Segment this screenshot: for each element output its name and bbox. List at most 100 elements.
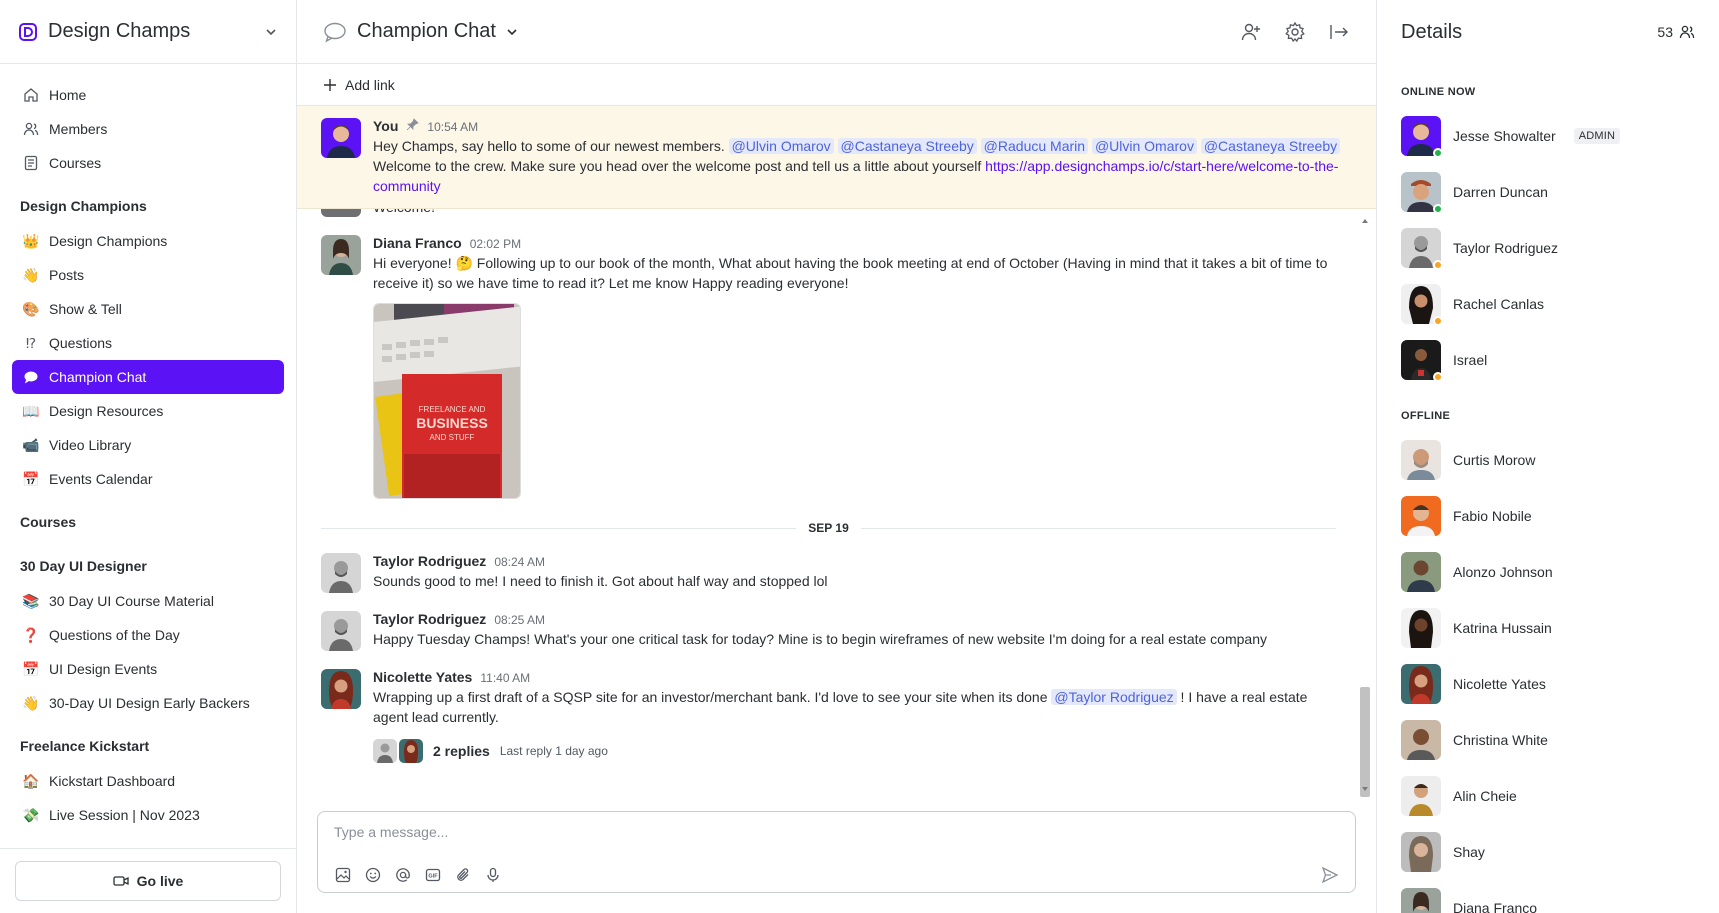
app-root: Design Champs Home Members Courses Desig… bbox=[0, 0, 1719, 913]
sidebar-item-label: Courses bbox=[49, 155, 102, 171]
gear-icon[interactable] bbox=[1284, 21, 1306, 43]
mention-link[interactable]: @Castaneya Streeby bbox=[837, 138, 977, 154]
message-text: Sounds good to me! I need to finish it. … bbox=[373, 573, 828, 589]
sidebar-item-questions-of-the-day[interactable]: ❓ Questions of the Day bbox=[12, 618, 284, 652]
gif-icon[interactable]: GIF bbox=[424, 866, 442, 884]
image-icon[interactable] bbox=[334, 866, 352, 884]
avatar bbox=[1401, 116, 1443, 158]
message-image-attachment[interactable]: FREELANCE AND BUSINESS AND STUFF bbox=[373, 303, 521, 499]
mention-link[interactable]: @Castaneya Streeby bbox=[1200, 138, 1341, 154]
microphone-icon[interactable] bbox=[484, 866, 502, 884]
member-item[interactable]: Darren Duncan bbox=[1401, 164, 1695, 220]
sidebar-item-champion-chat[interactable]: Champion Chat bbox=[12, 360, 284, 394]
online-status-dot bbox=[1433, 148, 1443, 158]
message-time: 08:24 AM bbox=[494, 555, 546, 569]
sidebar-item-ui-design-events[interactable]: 📅 UI Design Events bbox=[12, 652, 284, 686]
mention-link[interactable]: @Ulvin Omarov bbox=[728, 138, 834, 154]
avatar bbox=[1401, 496, 1441, 536]
collapse-panel-icon[interactable] bbox=[1328, 21, 1350, 43]
sidebar-group-heading[interactable]: 30 Day UI Designer bbox=[12, 540, 284, 584]
member-name: Curtis Morow bbox=[1453, 452, 1536, 468]
member-item[interactable]: Israel bbox=[1401, 332, 1695, 388]
message-author[interactable]: Taylor Rodriguez bbox=[373, 553, 486, 569]
scrollbar-thumb[interactable] bbox=[1360, 687, 1370, 797]
member-count[interactable]: 53 bbox=[1657, 24, 1695, 40]
sidebar-group-heading[interactable]: Courses bbox=[12, 496, 284, 540]
mention-link[interactable]: @Ulvin Omarov bbox=[1091, 138, 1197, 154]
avatar bbox=[321, 209, 361, 217]
message-time: 08:25 AM bbox=[494, 613, 546, 627]
sidebar-item-design-resources[interactable]: 📖 Design Resources bbox=[12, 394, 284, 428]
add-link-button[interactable]: Add link bbox=[297, 64, 1376, 106]
mention-link[interactable]: @Raducu Marin bbox=[980, 138, 1089, 154]
svg-text:FREELANCE AND: FREELANCE AND bbox=[419, 405, 486, 414]
scroll-up-arrow-icon[interactable] bbox=[1361, 217, 1369, 225]
message-author[interactable]: Taylor Rodriguez bbox=[373, 611, 486, 627]
member-item[interactable]: Fabio Nobile bbox=[1401, 488, 1695, 544]
community-switcher[interactable]: Design Champs bbox=[0, 0, 296, 64]
chat-title-dropdown[interactable]: Champion Chat bbox=[323, 20, 518, 43]
member-item[interactable]: Jesse Showalter ADMIN bbox=[1401, 108, 1695, 164]
message-item: Taylor Rodriguez 08:25 AM Happy Tuesday … bbox=[321, 611, 1336, 651]
sidebar-item-label: Members bbox=[49, 121, 108, 137]
avatar[interactable] bbox=[321, 611, 361, 651]
member-item[interactable]: Curtis Morow bbox=[1401, 432, 1695, 488]
message-author[interactable]: You bbox=[373, 118, 398, 134]
sidebar-group-heading[interactable]: Design Champions bbox=[12, 180, 284, 224]
avatar bbox=[1401, 228, 1443, 270]
avatar[interactable] bbox=[321, 553, 361, 593]
member-item[interactable]: Shay bbox=[1401, 824, 1695, 880]
message-input[interactable] bbox=[334, 824, 1339, 840]
member-item[interactable]: Nicolette Yates bbox=[1401, 656, 1695, 712]
message-author[interactable]: Diana Franco bbox=[373, 235, 462, 251]
message-time: 10:54 AM bbox=[427, 120, 479, 134]
message-list[interactable]: Welcome! Diana Franco 02:02 PM Hi everyo… bbox=[297, 209, 1376, 801]
svg-text:AND STUFF: AND STUFF bbox=[430, 433, 475, 442]
avatar[interactable] bbox=[321, 235, 361, 275]
message-text: Wrapping up a first draft of a SQSP site… bbox=[373, 687, 1336, 727]
sidebar-item-label: 30 Day UI Course Material bbox=[49, 593, 214, 609]
member-item[interactable]: Taylor Rodriguez bbox=[1401, 220, 1695, 276]
member-item[interactable]: Christina White bbox=[1401, 712, 1695, 768]
sidebar-item-show-tell[interactable]: 🎨 Show & Tell bbox=[12, 292, 284, 326]
message-text-segment: Hey Champs, say hello to some of our new… bbox=[373, 138, 729, 154]
sidebar-item-design-champions[interactable]: 👑 Design Champions bbox=[12, 224, 284, 258]
member-item[interactable]: Katrina Hussain bbox=[1401, 600, 1695, 656]
avatar[interactable] bbox=[321, 669, 361, 709]
sidebar-item-events-calendar[interactable]: 📅 Events Calendar bbox=[12, 462, 284, 496]
member-item[interactable]: Alonzo Johnson bbox=[1401, 544, 1695, 600]
video-camera-icon bbox=[113, 876, 129, 886]
member-item[interactable]: Alin Cheie bbox=[1401, 768, 1695, 824]
sidebar-item-members[interactable]: Members bbox=[12, 112, 284, 146]
send-icon[interactable] bbox=[1321, 866, 1339, 884]
add-member-icon[interactable] bbox=[1240, 21, 1262, 43]
scroll-down-arrow-icon[interactable] bbox=[1361, 785, 1369, 793]
go-live-button[interactable]: Go live bbox=[15, 861, 281, 901]
thread-replies-link[interactable]: 2 replies Last reply 1 day ago bbox=[373, 739, 1336, 763]
sidebar-group-heading[interactable]: Freelance Kickstart bbox=[12, 720, 284, 764]
sidebar-item-video-library[interactable]: 📹 Video Library bbox=[12, 428, 284, 462]
sidebar-item-label: Video Library bbox=[49, 437, 132, 453]
message-author[interactable]: Nicolette Yates bbox=[373, 669, 472, 685]
sidebar-item-course-material[interactable]: 📚 30 Day UI Course Material bbox=[12, 584, 284, 618]
sidebar-item-kickstart-dashboard[interactable]: 🏠 Kickstart Dashboard bbox=[12, 764, 284, 798]
sidebar-item-questions[interactable]: ⁉ Questions bbox=[12, 326, 284, 360]
member-item[interactable]: Rachel Canlas bbox=[1401, 276, 1695, 332]
attachment-icon[interactable] bbox=[454, 866, 472, 884]
message-item: Welcome! bbox=[321, 209, 1336, 217]
emoji-icon[interactable] bbox=[364, 866, 382, 884]
sidebar-item-home[interactable]: Home bbox=[12, 78, 284, 112]
sidebar-item-live-session[interactable]: 💸 Live Session | Nov 2023 bbox=[12, 798, 284, 832]
message-scrollbar[interactable] bbox=[1360, 217, 1370, 797]
online-section-label: ONLINE NOW bbox=[1401, 86, 1476, 98]
member-item[interactable]: Diana Franco bbox=[1401, 880, 1695, 913]
avatar[interactable] bbox=[321, 118, 361, 158]
calendar-emoji-icon: 📅 bbox=[22, 470, 40, 487]
mention-icon[interactable] bbox=[394, 866, 412, 884]
sidebar-item-courses[interactable]: Courses bbox=[12, 146, 284, 180]
mention-link[interactable]: @Taylor Rodriguez bbox=[1051, 689, 1177, 705]
replies-count: 2 replies bbox=[433, 743, 490, 759]
sidebar-item-early-backers[interactable]: 👋 30-Day UI Design Early Backers bbox=[12, 686, 284, 720]
sidebar-item-posts[interactable]: 👋 Posts bbox=[12, 258, 284, 292]
admin-badge: ADMIN bbox=[1573, 128, 1621, 144]
